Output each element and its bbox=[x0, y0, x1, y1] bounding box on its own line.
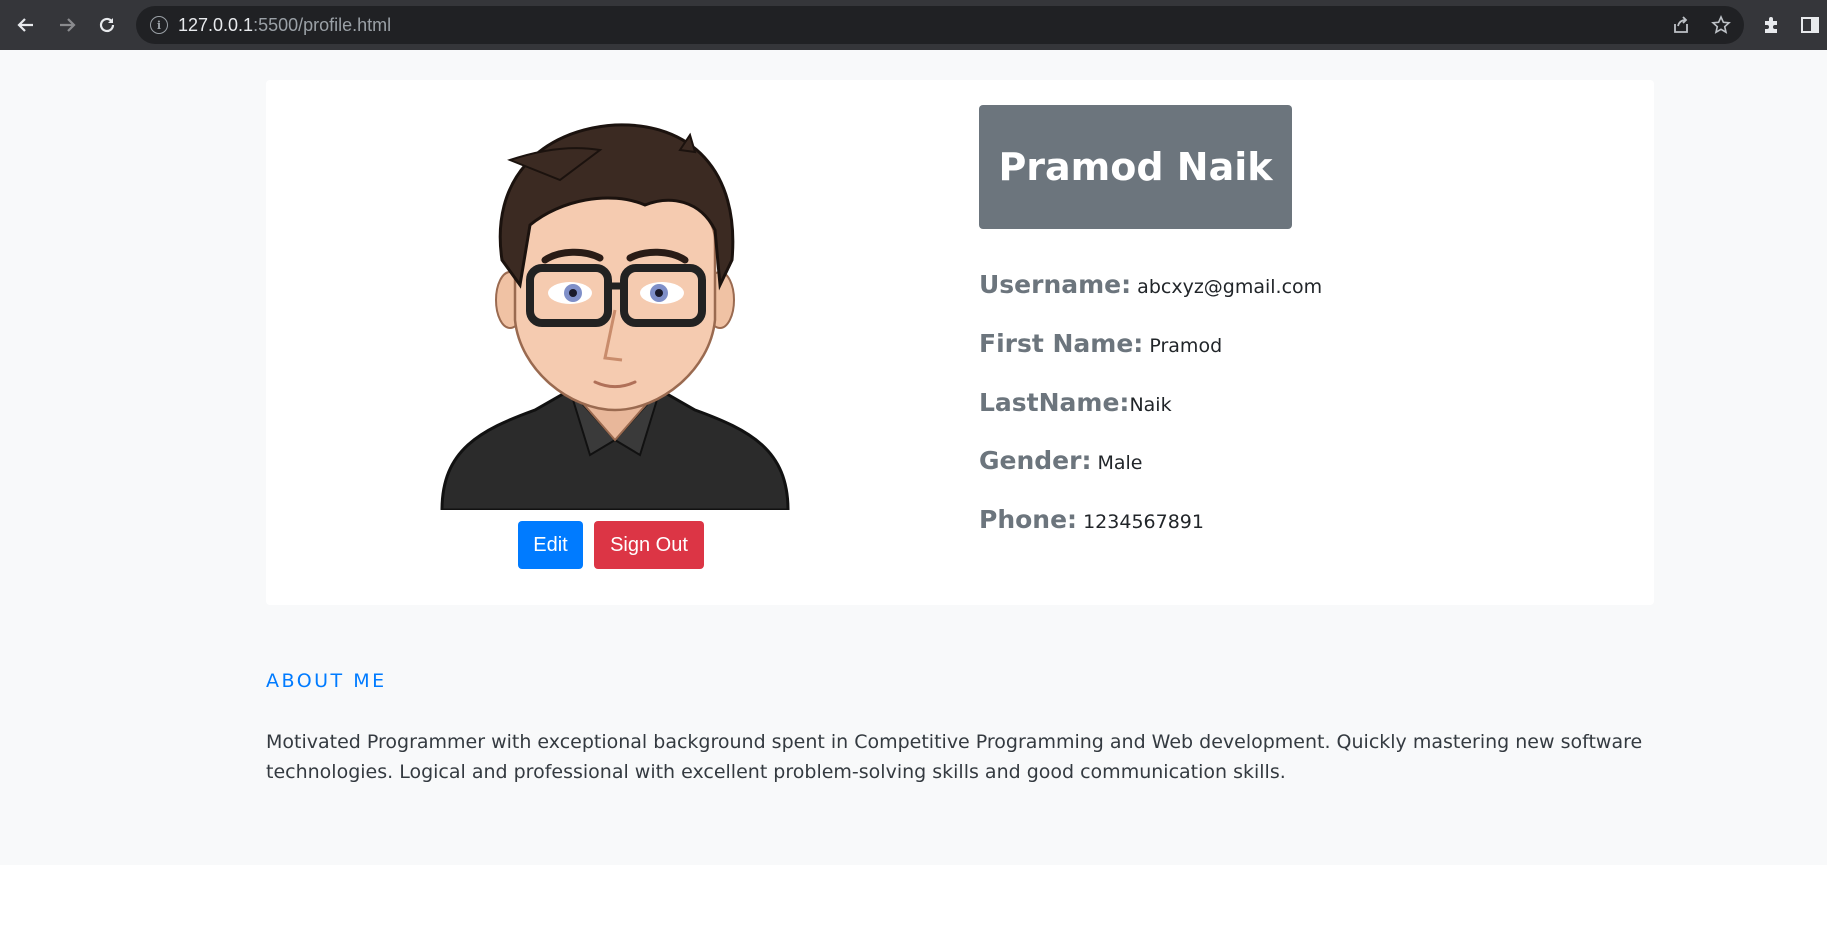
field-value: Naik bbox=[1129, 394, 1172, 416]
about-heading: ABOUT ME bbox=[266, 670, 387, 692]
field-label: LastName: bbox=[979, 388, 1130, 417]
url-text[interactable]: 127.0.0.1:5500/profile.html bbox=[178, 15, 391, 36]
field-username: Username: abcxyz@gmail.com bbox=[979, 270, 1322, 299]
field-value: abcxyz@gmail.com bbox=[1131, 276, 1323, 298]
field-value: Male bbox=[1091, 452, 1143, 474]
field-phone: Phone: 1234567891 bbox=[979, 505, 1204, 534]
forward-arrow-icon[interactable] bbox=[51, 10, 83, 40]
field-value: 1234567891 bbox=[1077, 511, 1204, 533]
share-icon[interactable] bbox=[1670, 15, 1692, 35]
extensions-icon[interactable] bbox=[1757, 10, 1787, 40]
field-label: First Name: bbox=[979, 329, 1144, 358]
field-value: Pramod bbox=[1143, 335, 1223, 357]
field-label: Gender: bbox=[979, 446, 1092, 475]
about-text: Motivated Programmer with exceptional ba… bbox=[266, 731, 1643, 783]
field-gender: Gender: Male bbox=[979, 446, 1143, 475]
star-icon[interactable] bbox=[1710, 15, 1732, 35]
field-label: Phone: bbox=[979, 505, 1078, 534]
page-body: Edit Sign Out Pramod Naik Username: abcx… bbox=[0, 50, 1827, 865]
info-icon[interactable]: i bbox=[150, 16, 168, 34]
field-label: Username: bbox=[979, 270, 1132, 299]
sign-out-button[interactable]: Sign Out bbox=[594, 521, 704, 569]
profile-name: Pramod Naik bbox=[979, 105, 1292, 229]
reload-icon[interactable] bbox=[91, 10, 123, 40]
profile-card: Edit Sign Out Pramod Naik Username: abcx… bbox=[266, 80, 1654, 605]
browser-toolbar: i 127.0.0.1:5500/profile.html bbox=[0, 0, 1827, 50]
address-bar[interactable]: i 127.0.0.1:5500/profile.html bbox=[136, 6, 1744, 44]
back-arrow-icon[interactable] bbox=[10, 10, 42, 40]
field-last-name: LastName:Naik bbox=[979, 388, 1172, 417]
field-first-name: First Name: Pramod bbox=[979, 329, 1222, 358]
side-panel-icon[interactable] bbox=[1795, 10, 1825, 40]
avatar bbox=[440, 123, 790, 510]
edit-button[interactable]: Edit bbox=[518, 521, 583, 569]
